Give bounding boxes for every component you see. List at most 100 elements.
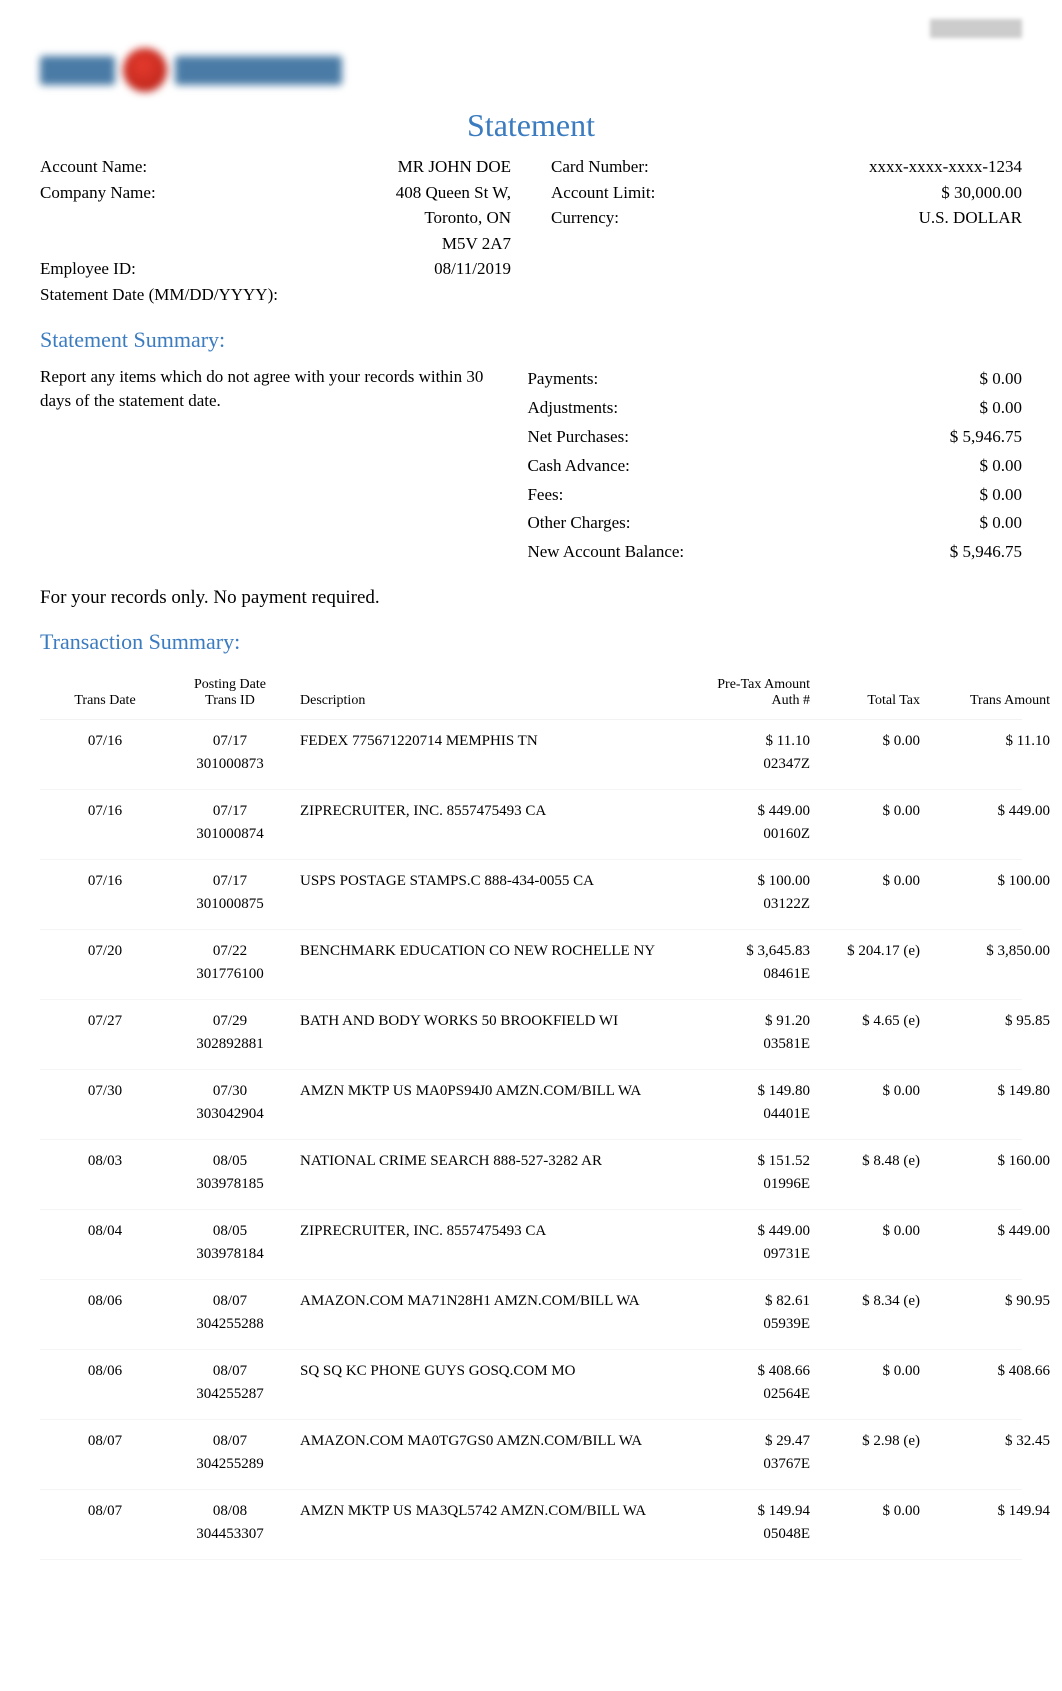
- cell-pretax: $ 449.0009731E: [670, 1220, 810, 1265]
- cell-auth: 05048E: [670, 1523, 810, 1546]
- cell-trans-amount: $ 3,850.00: [920, 940, 1050, 985]
- info-label: Statement Date (MM/DD/YYYY):: [40, 282, 278, 308]
- cell-description: AMZN MKTP US MA3QL5742 AMZN.COM/BILL WA: [300, 1500, 670, 1545]
- cell-pretax-amount: $ 11.10: [670, 730, 810, 753]
- cell-pretax: $ 149.9405048E: [670, 1500, 810, 1545]
- cell-total-tax: $ 0.00: [810, 1220, 920, 1265]
- cell-posting-date: 07/17: [160, 870, 300, 893]
- cell-trans-date: 08/07: [50, 1500, 160, 1545]
- cell-trans-id: 301000873: [160, 753, 300, 776]
- cell-auth: 08461E: [670, 963, 810, 986]
- cell-auth: 02564E: [670, 1383, 810, 1406]
- cell-description: BENCHMARK EDUCATION CO NEW ROCHELLE NY: [300, 940, 670, 985]
- cell-trans-id: 301000874: [160, 823, 300, 846]
- cell-pretax-amount: $ 3,645.83: [670, 940, 810, 963]
- info-value: MR JOHN DOE: [398, 154, 511, 180]
- summary-value: $ 0.00: [979, 481, 1022, 510]
- logo-circle-icon: [123, 48, 167, 92]
- info-row: Account Limit:$ 30,000.00: [551, 180, 1022, 206]
- cell-pretax-amount: $ 82.61: [670, 1290, 810, 1313]
- summary-note: Report any items which do not agree with…: [40, 365, 487, 567]
- cell-total-tax: $ 0.00: [810, 800, 920, 845]
- cell-trans-date: 08/06: [50, 1290, 160, 1335]
- summary-values: Payments:$ 0.00Adjustments:$ 0.00Net Pur…: [527, 365, 1022, 567]
- cell-trans-date: 07/16: [50, 870, 160, 915]
- cell-description: ZIPRECRUITER, INC. 8557475493 CA: [300, 1220, 670, 1265]
- logo-text-left: Blur: [40, 56, 115, 85]
- cell-total-tax: $ 4.65 (e): [810, 1010, 920, 1055]
- summary-row: Payments:$ 0.00: [527, 365, 1022, 394]
- info-label: Employee ID:: [40, 256, 136, 282]
- cell-posting-date: 08/08: [160, 1500, 300, 1523]
- table-row: 07/2707/29302892881BATH AND BODY WORKS 5…: [40, 1000, 1022, 1070]
- cell-pretax: $ 82.6105939E: [670, 1290, 810, 1335]
- cell-trans-id: 303978185: [160, 1173, 300, 1196]
- cell-trans-id: 304255288: [160, 1313, 300, 1336]
- cell-posting-date: 08/05: [160, 1220, 300, 1243]
- cell-auth: 04401E: [670, 1103, 810, 1126]
- cell-pretax-amount: $ 149.94: [670, 1500, 810, 1523]
- summary-row: Other Charges:$ 0.00: [527, 509, 1022, 538]
- cell-trans-date: 07/20: [50, 940, 160, 985]
- cell-trans-id: 303978184: [160, 1243, 300, 1266]
- table-row: 08/0608/07304255287SQ SQ KC PHONE GUYS G…: [40, 1350, 1022, 1420]
- cell-total-tax: $ 0.00: [810, 870, 920, 915]
- cell-posting: 08/07304255287: [160, 1360, 300, 1405]
- cell-posting-date: 07/30: [160, 1080, 300, 1103]
- cell-total-tax: $ 0.00: [810, 1080, 920, 1125]
- table-row: 07/1607/17301000874ZIPRECRUITER, INC. 85…: [40, 790, 1022, 860]
- summary-label: Cash Advance:: [527, 452, 629, 481]
- summary-row: Cash Advance:$ 0.00: [527, 452, 1022, 481]
- cell-total-tax: $ 0.00: [810, 730, 920, 775]
- info-value-line: U.S. DOLLAR: [919, 205, 1022, 231]
- cell-pretax: $ 408.6602564E: [670, 1360, 810, 1405]
- cell-trans-amount: $ 100.00: [920, 870, 1050, 915]
- summary-row: Fees:$ 0.00: [527, 481, 1022, 510]
- table-row: 08/0408/05303978184ZIPRECRUITER, INC. 85…: [40, 1210, 1022, 1280]
- info-label: Account Name:: [40, 154, 147, 180]
- cell-posting-date: 07/22: [160, 940, 300, 963]
- cell-description: ZIPRECRUITER, INC. 8557475493 CA: [300, 800, 670, 845]
- cell-pretax-amount: $ 91.20: [670, 1010, 810, 1033]
- table-row: 08/0708/07304255289AMAZON.COM MA0TG7GS0 …: [40, 1420, 1022, 1490]
- cell-pretax-amount: $ 149.80: [670, 1080, 810, 1103]
- header-trans-id: Trans ID: [160, 693, 300, 709]
- info-value: 408 Queen St W,Toronto, ONM5V 2A7: [396, 180, 511, 257]
- summary-label: Other Charges:: [527, 509, 630, 538]
- cell-trans-amount: $ 149.80: [920, 1080, 1050, 1125]
- redacted-text: x: redacted-url: [930, 19, 1022, 38]
- cell-description: AMAZON.COM MA0TG7GS0 AMZN.COM/BILL WA: [300, 1430, 670, 1475]
- cell-trans-date: 08/06: [50, 1360, 160, 1405]
- cell-posting-date: 08/07: [160, 1360, 300, 1383]
- info-row: Account Name: MR JOHN DOE: [40, 154, 511, 180]
- cell-trans-id: 302892881: [160, 1033, 300, 1056]
- cell-trans-id: 303042904: [160, 1103, 300, 1126]
- header-pretax-amount: Pre-Tax Amount: [670, 677, 810, 693]
- cell-posting-date: 08/07: [160, 1430, 300, 1453]
- cell-auth: 03767E: [670, 1453, 810, 1476]
- cell-description: BATH AND BODY WORKS 50 BROOKFIELD WI: [300, 1010, 670, 1055]
- cell-pretax-amount: $ 29.47: [670, 1430, 810, 1453]
- cell-posting: 07/22301776100: [160, 940, 300, 985]
- info-label: Account Limit:: [551, 180, 655, 206]
- cell-pretax: $ 149.8004401E: [670, 1080, 810, 1125]
- cell-posting: 08/07304255289: [160, 1430, 300, 1475]
- cell-trans-amount: $ 11.10: [920, 730, 1050, 775]
- info-value: 08/11/2019: [434, 256, 511, 282]
- cell-total-tax: $ 0.00: [810, 1360, 920, 1405]
- cell-trans-amount: $ 449.00: [920, 800, 1050, 845]
- header-total-tax: Total Tax: [810, 693, 920, 709]
- cell-total-tax: $ 8.34 (e): [810, 1290, 920, 1335]
- info-label: Company Name:: [40, 180, 156, 257]
- page-title: Statement: [40, 107, 1022, 144]
- cell-posting: 08/05303978184: [160, 1220, 300, 1265]
- cell-posting-date: 07/17: [160, 730, 300, 753]
- cell-trans-amount: $ 449.00: [920, 1220, 1050, 1265]
- cell-pretax: $ 91.2003581E: [670, 1010, 810, 1055]
- cell-trans-amount: $ 160.00: [920, 1150, 1050, 1195]
- cell-description: SQ SQ KC PHONE GUYS GOSQ.COM MO: [300, 1360, 670, 1405]
- cell-trans-id: 301776100: [160, 963, 300, 986]
- cell-pretax: $ 29.4703767E: [670, 1430, 810, 1475]
- cell-trans-date: 07/16: [50, 800, 160, 845]
- cell-trans-date: 08/07: [50, 1430, 160, 1475]
